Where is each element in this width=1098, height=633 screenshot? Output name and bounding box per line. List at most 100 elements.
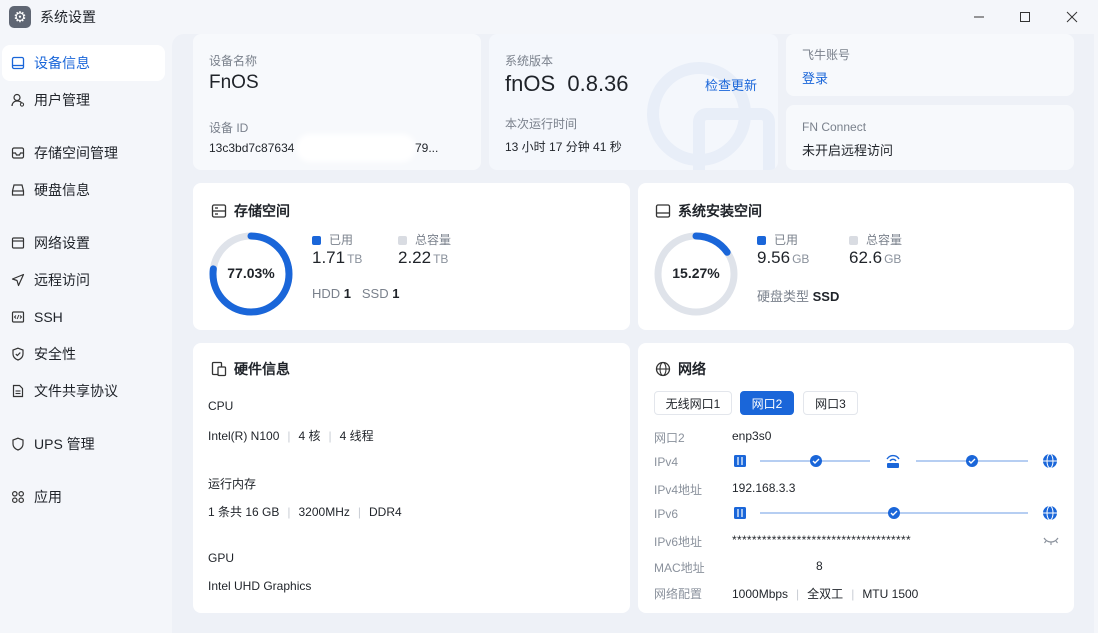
- window-edge: [1094, 34, 1098, 633]
- mac-address: 8: [816, 559, 823, 573]
- ipv4-address: 192.168.3.3: [732, 481, 796, 495]
- hardware-card: 硬件信息 CPU Intel(R) N100 | 4 核 | 4 线程 运行内存 1 条…: [193, 343, 630, 613]
- sidebar-item-label: UPS 管理: [34, 436, 95, 452]
- ups-shield-icon: [11, 437, 25, 451]
- legend-used-swatch: [312, 236, 321, 246]
- sidebar-item-remote-access[interactable]: 远程访问: [2, 262, 165, 298]
- ram-label: 运行内存: [208, 477, 257, 491]
- hardware-title-text: 硬件信息: [234, 361, 290, 377]
- fn-connect-status: 未开启远程访问: [802, 143, 894, 158]
- sys-total-legend: 总容量: [849, 231, 902, 248]
- ipv6-label: IPv6: [654, 507, 679, 521]
- check-update-link[interactable]: 检查更新: [705, 75, 757, 94]
- sidebar-item-security[interactable]: 安全性: [2, 336, 165, 372]
- sidebar-item-label: 远程访问: [34, 272, 90, 288]
- hardware-title: 硬件信息: [211, 359, 290, 379]
- user-icon: [11, 93, 25, 107]
- storage-total-legend: 总容量: [398, 231, 451, 248]
- sidebar-item-label: 应用: [34, 489, 62, 505]
- sidebar-item-label: SSH: [34, 309, 63, 325]
- ipv4-label: IPv4: [654, 455, 679, 469]
- network-config: 1000Mbps | 全双工 | MTU 1500: [732, 587, 919, 601]
- title-bar: ⚙ 系统设置: [0, 0, 1098, 34]
- sidebar-item-ssh[interactable]: SSH: [2, 299, 165, 335]
- storage-card[interactable]: 存储空间 77.03% 已用 1.71 TB 总容量 2.22 TB HDD 1 S…: [193, 183, 630, 330]
- close-button[interactable]: [1049, 0, 1095, 34]
- system-version-card: 系统版本 fnOS 0.8.36 检查更新 本次运行时间 13 小时 17 分钟…: [489, 34, 778, 170]
- sys-used-legend: 已用: [757, 231, 798, 248]
- sidebar-item-ups[interactable]: UPS 管理: [2, 426, 165, 462]
- port-value: enp3s0: [732, 429, 772, 443]
- ipv6-connection-diagram: [734, 505, 1057, 521]
- sidebar-item-label: 存储空间管理: [34, 145, 118, 161]
- ipv4-connection-diagram: [734, 453, 1057, 469]
- uptime-value: 13 小时 17 分钟 41 秒: [505, 140, 622, 154]
- fn-connect-card: FN Connect 未开启远程访问: [786, 105, 1074, 170]
- account-label: 飞牛账号: [802, 48, 851, 62]
- sys-total: 62.6 GB: [849, 248, 902, 267]
- router-icon: [886, 454, 900, 468]
- sidebar-item-file-sharing[interactable]: 文件共享协议: [2, 373, 165, 409]
- shield-icon: [11, 347, 25, 361]
- sidebar-item-label: 设备信息: [34, 55, 90, 71]
- ram-details: 1 条共 16 GB | 3200MHz | DDR4: [208, 505, 402, 519]
- sidebar-item-device-info[interactable]: 设备信息: [2, 45, 165, 81]
- disk-counts: HDD 1 SSD 1: [312, 286, 400, 301]
- globe-icon: [655, 361, 671, 377]
- check-icon: [810, 455, 822, 467]
- tab-wireless-port-1[interactable]: 无线网口1: [654, 391, 732, 415]
- sidebar-item-storage[interactable]: 存储空间管理: [2, 135, 165, 171]
- device-icon: [734, 455, 746, 467]
- storage-title-text: 存储空间: [234, 203, 290, 219]
- sidebar: 设备信息 用户管理 存储空间管理 硬盘信息 网络设置 远程访问 SSH 安全性 …: [0, 34, 172, 633]
- tab-port-2[interactable]: 网口2: [740, 391, 794, 415]
- eye-closed-icon[interactable]: [1043, 535, 1059, 547]
- sidebar-item-label: 用户管理: [34, 92, 90, 108]
- redaction-mask: [728, 554, 818, 576]
- hardware-icon: [211, 361, 227, 377]
- network-card: 网络 无线网口1 网口2 网口3 网口2 enp3s0 IPv4 IPv4地址 …: [638, 343, 1074, 613]
- ipv6-address: ************************************: [732, 533, 911, 547]
- storage-title: 存储空间: [211, 201, 290, 221]
- legend-total-swatch: [849, 236, 858, 246]
- sidebar-item-apps[interactable]: 应用: [2, 479, 165, 515]
- maximize-button[interactable]: [1002, 0, 1048, 34]
- uptime-label: 本次运行时间: [505, 117, 578, 131]
- system-install-card[interactable]: 系统安装空间 15.27% 已用 9.56 GB 总容量 62.6 GB 硬盘类型 …: [638, 183, 1074, 330]
- ipv4-address-label: IPv4地址: [654, 483, 703, 497]
- network-icon: [11, 236, 25, 250]
- globe-icon: [1043, 505, 1057, 521]
- storage-percent: 77.03%: [227, 265, 275, 281]
- apps-grid-icon: [11, 490, 25, 504]
- storage-used-legend: 已用: [312, 231, 353, 248]
- sidebar-item-network[interactable]: 网络设置: [2, 225, 165, 261]
- system-version: fnOS 0.8.36: [505, 71, 629, 96]
- drive-icon: [655, 204, 671, 218]
- minimize-button[interactable]: [956, 0, 1002, 34]
- sys-used: 9.56 GB: [757, 248, 810, 267]
- system-install-title: 系统安装空间: [655, 201, 762, 221]
- fnos-watermark-icon: [647, 62, 775, 170]
- fn-connect-label: FN Connect: [802, 120, 867, 134]
- device-id-label: 设备 ID: [209, 121, 249, 135]
- file-icon: [11, 384, 25, 398]
- device-card: 设备名称 FnOS 设备 ID 13c3bd7c87634 79...: [193, 34, 481, 170]
- system-version-label: 系统版本: [505, 54, 554, 68]
- globe-icon: [1043, 453, 1057, 469]
- system-install-title-text: 系统安装空间: [678, 203, 762, 219]
- login-link[interactable]: 登录: [802, 68, 828, 87]
- sidebar-item-label: 硬盘信息: [34, 182, 90, 198]
- sidebar-item-disks[interactable]: 硬盘信息: [2, 172, 165, 208]
- legend-total-swatch: [398, 236, 407, 246]
- window-title: 系统设置: [40, 9, 96, 25]
- gpu-model: Intel UHD Graphics: [208, 579, 312, 593]
- tab-port-3[interactable]: 网口3: [803, 391, 858, 415]
- device-name: FnOS: [209, 72, 259, 93]
- account-card: 飞牛账号 登录: [786, 34, 1074, 96]
- network-title: 网络: [655, 359, 706, 379]
- storage-used: 1.71 TB: [312, 248, 363, 267]
- storage-total: 2.22 TB: [398, 248, 449, 267]
- gear-icon: ⚙: [9, 6, 31, 28]
- sidebar-item-users[interactable]: 用户管理: [2, 82, 165, 118]
- content-area: 设备名称 FnOS 设备 ID 13c3bd7c87634 79... 系统版本…: [172, 34, 1098, 633]
